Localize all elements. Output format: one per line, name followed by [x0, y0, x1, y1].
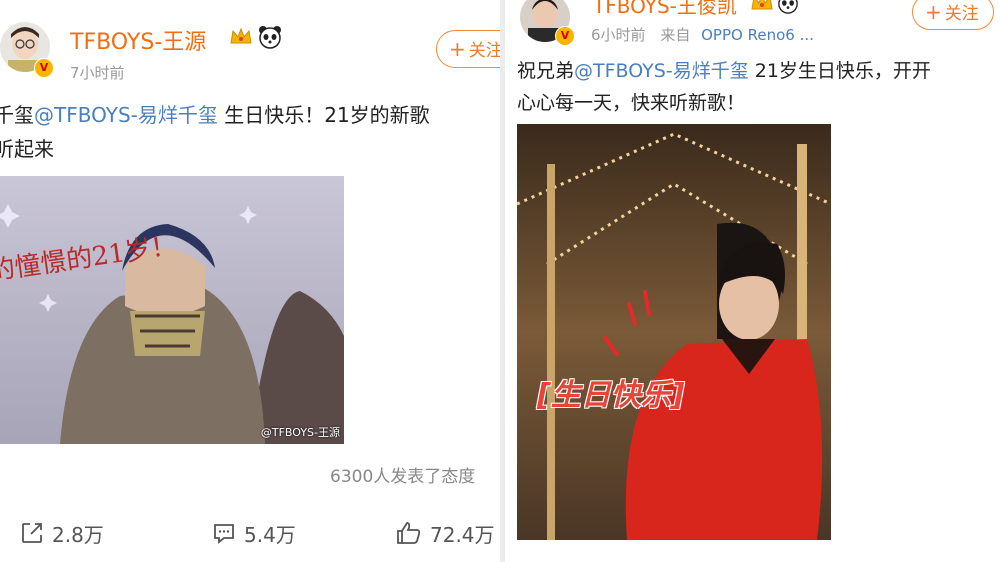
post-image[interactable]: 的憧憬的21岁！ @TFBOYS-王源 — [0, 176, 344, 444]
plus-icon: + — [449, 37, 466, 61]
repost-count: 2.8万 — [52, 522, 104, 547]
crown-icon — [230, 28, 252, 44]
comment-button[interactable]: 5.4万 — [212, 516, 296, 550]
repost-icon — [22, 523, 42, 543]
username[interactable]: TFBOYS-王俊凯 — [593, 0, 737, 19]
source-prefix: 来自 — [660, 26, 691, 44]
post-text-suffix: 21岁生日快乐，开开 — [748, 60, 931, 82]
verified-badge-icon: V — [34, 58, 54, 78]
like-count: 72.4万 — [430, 522, 495, 547]
username[interactable]: TFBOYS-王源 — [70, 24, 206, 56]
like-icon — [397, 522, 421, 544]
comment-icon — [214, 524, 234, 544]
post-text-line2: 听起来 — [0, 137, 54, 161]
comment-count: 5.4万 — [244, 522, 296, 547]
post-text-suffix: 生日快乐！21岁的新歌 — [217, 103, 430, 127]
reaction-count[interactable]: 6300人发表了态度 — [330, 462, 475, 487]
right-weibo-post: V TFBOYS-王俊凯 6小时前 来自 OPPO Reno6 ... + 关注 … — [505, 0, 1000, 562]
post-meta: 6小时前 来自 OPPO Reno6 ... — [591, 24, 814, 45]
follow-button[interactable]: + 关注 — [436, 30, 500, 68]
mention-link[interactable]: @TFBOYS-易烊千玺 — [574, 60, 749, 82]
crown-icon — [751, 0, 773, 10]
image-watermark: @TFBOYS-王源 — [260, 426, 340, 439]
image-caption: [生日快乐] — [537, 378, 685, 413]
post-timestamp: 7小时前 — [70, 64, 125, 82]
verified-badge-icon: V — [555, 26, 575, 46]
follow-label: 关注 — [468, 41, 500, 61]
post-image[interactable]: [生日快乐] — [517, 124, 831, 540]
left-weibo-post: V TFBOYS-王源 7小时前 + 关注 千玺@TFBOYS-易烊千玺 生日快乐… — [0, 0, 500, 562]
post-text-line2: 心心每一天，快来听新歌！ — [517, 92, 746, 114]
post-text-line1: 千玺@TFBOYS-易烊千玺 生日快乐！21岁的新歌 — [0, 98, 430, 132]
post-text-prefix: 千玺 — [0, 103, 34, 127]
panda-icon — [778, 0, 798, 14]
mention-link[interactable]: @TFBOYS-易烊千玺 — [34, 103, 218, 127]
source-device-link[interactable]: OPPO Reno6 ... — [701, 26, 814, 44]
follow-label: 关注 — [944, 4, 979, 24]
like-button[interactable]: 72.4万 — [396, 516, 495, 550]
post-timestamp: 6小时前 — [591, 26, 646, 44]
plus-icon: + — [925, 0, 942, 24]
follow-button[interactable]: + 关注 — [912, 0, 994, 30]
post-text-line1: 祝兄弟@TFBOYS-易烊千玺 21岁生日快乐，开开 — [517, 54, 931, 88]
repost-button[interactable]: 2.8万 — [20, 516, 104, 550]
post-text-prefix: 祝兄弟 — [517, 60, 575, 82]
panda-icon — [259, 26, 281, 49]
